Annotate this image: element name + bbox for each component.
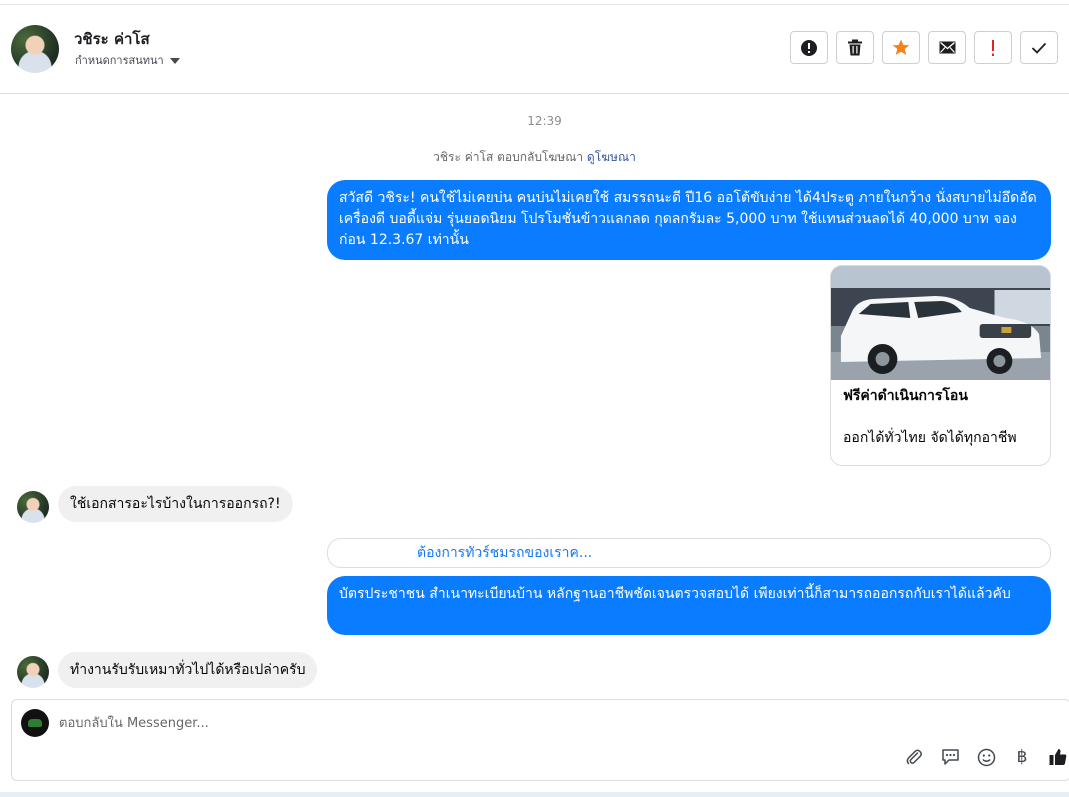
exclamation-icon <box>992 39 994 56</box>
contact-avatar-small <box>17 656 49 688</box>
contact-name[interactable]: วชิระ ค่าโส <box>74 27 150 51</box>
contact-avatar[interactable] <box>11 25 59 73</box>
caret-down-icon <box>169 57 180 64</box>
mark-unread-button[interactable] <box>928 31 966 64</box>
saved-replies-button[interactable] <box>938 745 962 769</box>
smiley-icon <box>977 748 995 766</box>
alert-circle-icon <box>801 39 817 56</box>
incoming-message: ทำงานรับรับเหมาทั่วไปได้หรือเปล่าครับ <box>58 652 318 688</box>
ad-reply-notice: วชิระ ค่าโส ตอบกลับโฆษณา ดูโฆษณา <box>0 148 1069 167</box>
emoji-button[interactable] <box>974 745 998 769</box>
schedule-conversation-label: กำหนดการสนทนา <box>75 54 164 67</box>
delete-button[interactable] <box>836 31 874 64</box>
payment-button[interactable]: ฿ <box>1010 745 1034 769</box>
check-icon <box>1031 42 1047 54</box>
mark-done-button[interactable] <box>1020 31 1058 64</box>
incoming-message: ใช้เอกสารอะไรบ้างในการออกรถ?! <box>58 486 293 522</box>
card-title: ฟรีค่าดำเนินการโอน <box>843 388 968 404</box>
ad-reply-text: วชิระ ค่าโส ตอบกลับโฆษณา <box>433 150 584 164</box>
quick-reply-button[interactable]: ต้องการทัวร์ชมรถของเราค... <box>327 538 1051 568</box>
attach-button[interactable] <box>902 745 926 769</box>
reply-input[interactable] <box>59 713 759 733</box>
outgoing-message: สวัสดี วชิระ! คนใช้ไม่เคยบ่น คนบ่นไม่เคย… <box>327 180 1051 260</box>
thumbs-up-icon <box>1049 749 1067 765</box>
bottom-strip <box>0 792 1069 797</box>
report-spam-button[interactable] <box>790 31 828 64</box>
baht-icon: ฿ <box>1016 747 1028 767</box>
envelope-icon <box>939 41 955 54</box>
ad-card[interactable]: ฟรีค่าดำเนินการโอน ออกได้ทั่วไทย จัดได้ท… <box>830 265 1051 466</box>
reply-composer: ฿ <box>11 699 1069 781</box>
card-subtitle: ออกได้ทั่วไทย จัดได้ทุกอาชีพ <box>843 430 1017 446</box>
star-icon <box>892 39 910 55</box>
schedule-conversation-dropdown[interactable]: กำหนดการสนทนา <box>75 51 180 69</box>
trash-icon <box>848 39 862 56</box>
conversation-header: วชิระ ค่าโส กำหนดการสนทนา <box>0 5 1069 94</box>
outgoing-message: บัตรประชาชน สำเนาทะเบียนบ้าน หลักฐานอาชี… <box>327 576 1051 635</box>
mark-important-button[interactable] <box>974 31 1012 64</box>
contact-avatar-small <box>17 491 49 523</box>
inbox-conversation-view: วชิระ ค่าโส กำหนดการสนทนา 12:39 วชิระ ค่… <box>0 0 1069 797</box>
star-button[interactable] <box>882 31 920 64</box>
like-button[interactable] <box>1046 745 1069 769</box>
view-ad-link[interactable]: ดูโฆษณา <box>587 150 636 164</box>
message-timestamp: 12:39 <box>527 114 562 128</box>
car-image <box>831 266 1050 380</box>
conversation-toolbar <box>790 31 1058 64</box>
composer-tools: ฿ <box>902 745 1069 769</box>
page-avatar <box>21 709 49 737</box>
paperclip-icon <box>906 749 922 765</box>
chat-bubble-icon <box>941 749 959 765</box>
